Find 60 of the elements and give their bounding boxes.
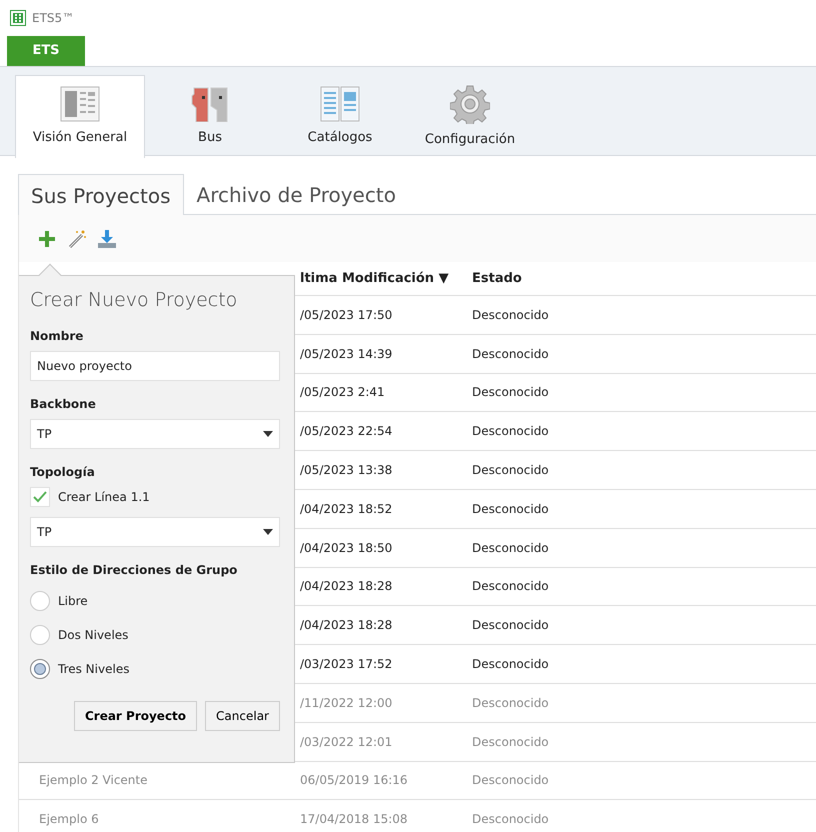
field-label: Backbone — [30, 396, 97, 412]
table-cell: /04/2023 18:28 — [300, 618, 392, 632]
radio-button[interactable] — [30, 590, 50, 610]
logo-icon — [10, 10, 26, 26]
settings-icon — [450, 84, 490, 124]
field-label: Topología — [30, 464, 96, 480]
table-cell: Desconocido — [472, 308, 549, 322]
table-cell: Desconocido — [472, 579, 549, 594]
column-header[interactable]: Estado — [472, 270, 522, 286]
table-cell: /05/2023 17:50 — [300, 308, 392, 322]
ribbon-tab[interactable]: Configuración — [405, 75, 535, 157]
table-cell: Desconocido — [472, 812, 549, 826]
table-cell: /04/2023 18:50 — [300, 540, 392, 555]
caret-icon — [263, 430, 273, 436]
table-cell: Desconocido — [472, 540, 549, 555]
ribbon-tab[interactable]: Visión General — [15, 75, 145, 158]
table-cell: /04/2023 18:28 — [300, 579, 392, 594]
cancel-button[interactable]: Cancelar — [205, 700, 280, 730]
table-cell: /04/2023 18:52 — [300, 502, 392, 516]
table-cell: /03/2022 12:01 — [300, 734, 392, 749]
radio-label: Dos Niveles — [58, 626, 128, 644]
table-cell: /03/2023 17:52 — [300, 657, 392, 672]
table-cell: Desconocido — [472, 385, 549, 400]
table-cell: 17/04/2018 15:08 — [300, 812, 408, 826]
radio-button[interactable] — [30, 658, 50, 678]
table-cell: /05/2023 14:39 — [300, 346, 392, 361]
dropdown[interactable]: TP — [30, 418, 280, 448]
table-cell: Desconocido — [472, 346, 549, 361]
table-cell: Desconocido — [472, 618, 549, 632]
tab[interactable]: Sus Proyectos — [18, 174, 184, 216]
table-cell: Desconocido — [472, 657, 549, 672]
tab[interactable]: Archivo de Proyecto — [184, 174, 409, 215]
column-header[interactable]: ltima Modificación ▼ — [300, 270, 449, 286]
device-icon — [190, 86, 230, 122]
checkbox-label: Crear Línea 1.1 — [58, 488, 150, 506]
table-cell: /05/2023 13:38 — [300, 463, 392, 478]
table-cell: Desconocido — [472, 463, 549, 478]
ribbon-tab[interactable]: Bus — [145, 75, 275, 157]
table-cell: /05/2023 2:41 — [300, 385, 385, 400]
overview-icon — [60, 86, 100, 122]
catalog-icon — [320, 86, 360, 122]
table-cell: Desconocido — [472, 424, 549, 438]
app-tab[interactable]: ETS — [7, 36, 85, 66]
create-button[interactable]: Crear Proyecto — [74, 700, 198, 730]
table-cell: Desconocido — [472, 773, 549, 788]
dropdown[interactable]: TP — [30, 516, 280, 546]
ribbon-tab[interactable]: Catálogos — [275, 75, 405, 157]
table-cell: Ejemplo 6 — [39, 812, 99, 826]
table-cell: /05/2023 22:54 — [300, 424, 392, 438]
window-title: ETS5™ — [32, 10, 74, 27]
radio-button[interactable] — [30, 624, 50, 644]
table-cell: Desconocido — [472, 696, 549, 710]
table-cell: 06/05/2019 16:16 — [300, 773, 408, 788]
checkbox[interactable] — [30, 486, 50, 506]
radio-label: Tres Niveles — [58, 660, 130, 678]
table-cell: Desconocido — [472, 502, 549, 516]
table-cell: Desconocido — [472, 734, 549, 749]
input-field[interactable]: Nuevo proyecto — [30, 350, 280, 380]
table-cell: Ejemplo 2 Vicente — [39, 773, 148, 788]
table-cell: /11/2022 12:00 — [300, 696, 392, 710]
